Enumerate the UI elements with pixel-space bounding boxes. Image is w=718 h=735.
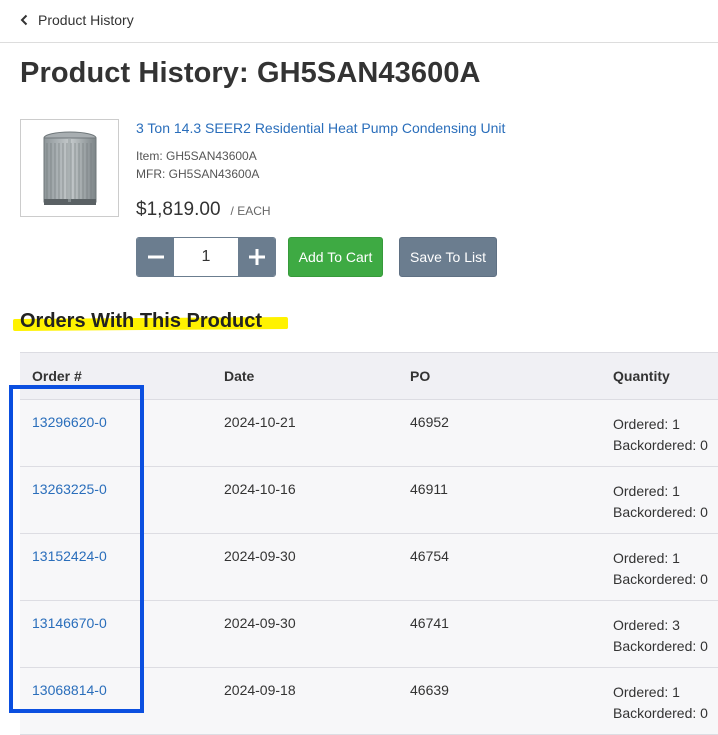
backordered-count: Backordered: 0 [613, 437, 708, 453]
order-date: 2024-09-18 [224, 682, 296, 698]
price-row: $1,819.00 / EACH [136, 199, 271, 221]
order-quantity: Ordered: 1 Backordered: 0 [613, 481, 708, 523]
back-link-label: Product History [38, 12, 134, 28]
condenser-unit-image [43, 131, 96, 205]
order-number-link[interactable]: 13146670-0 [32, 615, 107, 631]
column-header-po: PO [410, 368, 431, 384]
chevron-left-icon [20, 14, 28, 26]
table-row: 13263225-0 2024-10-16 46911 Ordered: 1 B… [20, 467, 718, 534]
order-date: 2024-10-16 [224, 481, 296, 497]
order-number-link[interactable]: 13068814-0 [32, 682, 107, 698]
order-number-link[interactable]: 13296620-0 [32, 414, 107, 430]
save-to-list-button[interactable]: Save To List [399, 237, 497, 277]
ordered-count: Ordered: 1 [613, 550, 680, 566]
order-po: 46754 [410, 548, 449, 564]
backordered-count: Backordered: 0 [613, 705, 708, 721]
increase-quantity-button[interactable] [238, 238, 275, 276]
minus-icon [147, 255, 164, 259]
order-quantity: Ordered: 1 Backordered: 0 [613, 548, 708, 590]
add-to-cart-button[interactable]: Add To Cart [288, 237, 383, 277]
backordered-count: Backordered: 0 [613, 504, 708, 520]
order-number-link[interactable]: 13263225-0 [32, 481, 107, 497]
order-quantity: Ordered: 1 Backordered: 0 [613, 414, 708, 456]
header-divider [0, 42, 718, 43]
order-po: 46911 [410, 481, 448, 497]
orders-section-title: Orders With This Product [20, 310, 263, 332]
order-po: 46639 [410, 682, 449, 698]
product-mfr-number: MFR: GH5SAN43600A [136, 167, 260, 181]
table-row: 13152424-0 2024-09-30 46754 Ordered: 1 B… [20, 534, 718, 601]
column-header-date: Date [224, 368, 255, 384]
table-row: 13068814-0 2024-09-18 46639 Ordered: 1 B… [20, 668, 718, 735]
product-name-link[interactable]: 3 Ton 14.3 SEER2 Residential Heat Pump C… [136, 120, 505, 136]
ordered-count: Ordered: 1 [613, 684, 680, 700]
ordered-count: Ordered: 1 [613, 483, 680, 499]
column-header-order: Order # [32, 368, 82, 384]
quantity-stepper [136, 237, 276, 277]
decrease-quantity-button[interactable] [137, 238, 174, 276]
order-date: 2024-10-21 [224, 414, 296, 430]
order-number-link[interactable]: 13152424-0 [32, 548, 107, 564]
product-item-number: Item: GH5SAN43600A [136, 149, 257, 163]
product-price: $1,819.00 [136, 199, 221, 220]
page-title: Product History: GH5SAN43600A [20, 57, 481, 89]
order-quantity: Ordered: 3 Backordered: 0 [613, 615, 708, 657]
price-unit: / EACH [230, 204, 271, 218]
order-date: 2024-09-30 [224, 615, 296, 631]
table-row: 13146670-0 2024-09-30 46741 Ordered: 3 B… [20, 601, 718, 668]
ordered-count: Ordered: 1 [613, 416, 680, 432]
order-po: 46741 [410, 615, 449, 631]
product-image[interactable] [20, 119, 119, 217]
backordered-count: Backordered: 0 [613, 571, 708, 587]
table-header: Order # Date PO Quantity [20, 352, 718, 400]
order-quantity: Ordered: 1 Backordered: 0 [613, 682, 708, 724]
ordered-count: Ordered: 3 [613, 617, 680, 633]
backordered-count: Backordered: 0 [613, 638, 708, 654]
plus-icon [248, 249, 265, 265]
back-link[interactable]: Product History [20, 10, 134, 30]
table-row: 13296620-0 2024-10-21 46952 Ordered: 1 B… [20, 400, 718, 467]
quantity-input[interactable] [174, 238, 238, 276]
order-date: 2024-09-30 [224, 548, 296, 564]
column-header-quantity: Quantity [613, 368, 670, 384]
order-po: 46952 [410, 414, 449, 430]
orders-table: Order # Date PO Quantity 13296620-0 2024… [20, 352, 718, 735]
